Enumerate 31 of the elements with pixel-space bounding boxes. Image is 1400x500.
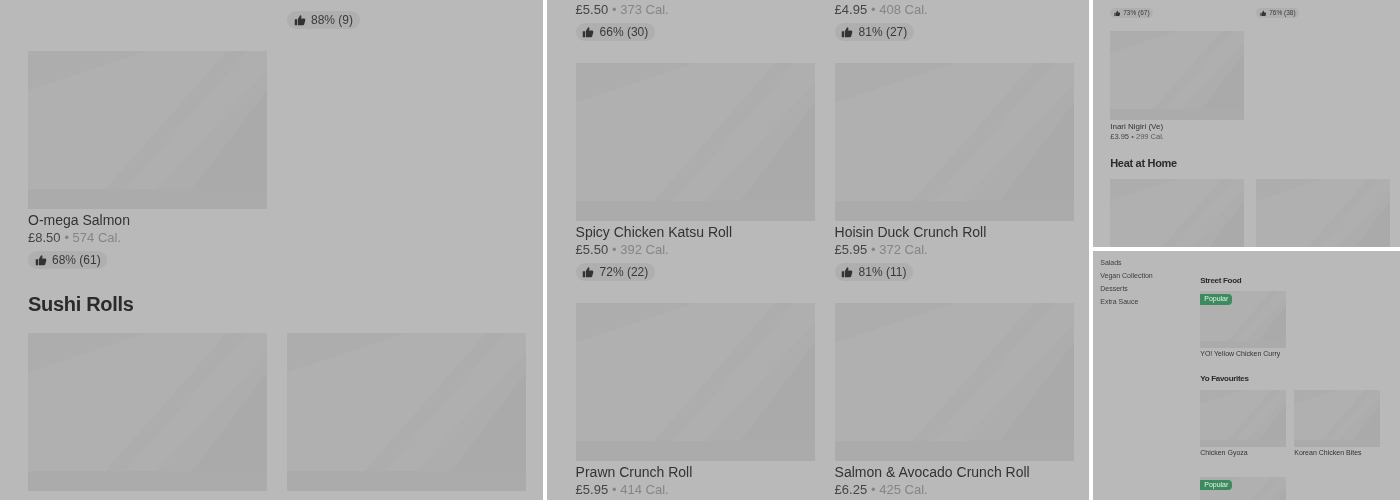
- thumbs-up-icon: [1113, 9, 1121, 17]
- rating-badge: 81% (11): [834, 263, 913, 282]
- item-name[interactable]: Hoisin Duck Crunch Roll: [834, 222, 987, 242]
- item-name[interactable]: Spicy Chicken Katsu Roll: [575, 222, 732, 242]
- item-price: £5.95: [575, 481, 609, 500]
- item-price: £5.95: [834, 241, 868, 260]
- rating-badge: 81% (27): [834, 22, 914, 41]
- thumbs-up-icon: [1259, 9, 1267, 17]
- section-heading: Yo Favourites: [1200, 374, 1250, 385]
- thumbs-up-icon: [34, 254, 47, 267]
- section-heading: Sushi Rolls: [28, 292, 135, 318]
- section-heading: Street Food: [1200, 276, 1243, 287]
- rating-badge: 68% (61): [28, 251, 108, 270]
- item-price: £8.50: [28, 229, 61, 248]
- item-price: £4.95: [834, 1, 868, 19]
- item-name[interactable]: Salmon & Avocado Crunch Roll: [834, 463, 1030, 482]
- thumbs-up-icon: [841, 25, 854, 38]
- thumbs-up-icon: [293, 14, 306, 26]
- thumbs-up-icon: [582, 25, 595, 38]
- item-name[interactable]: Prawn Crunch Roll: [575, 463, 693, 482]
- rating-badge: 66% (30): [575, 22, 655, 41]
- rating-badge: 88% (9): [287, 11, 360, 29]
- item-price: £5.50: [575, 1, 609, 19]
- section-heading: Heat at Home: [1110, 155, 1178, 171]
- item-name[interactable]: Inari Nigiri (Ve): [1110, 122, 1164, 133]
- rating-badge: 72% (22): [575, 263, 655, 282]
- item-name[interactable]: O-mega Salmon: [28, 211, 130, 230]
- thumbs-up-icon: [841, 266, 854, 279]
- thumbs-up-icon: [582, 266, 595, 279]
- item-price: £6.25: [834, 481, 868, 500]
- item-price: £5.50: [575, 241, 609, 260]
